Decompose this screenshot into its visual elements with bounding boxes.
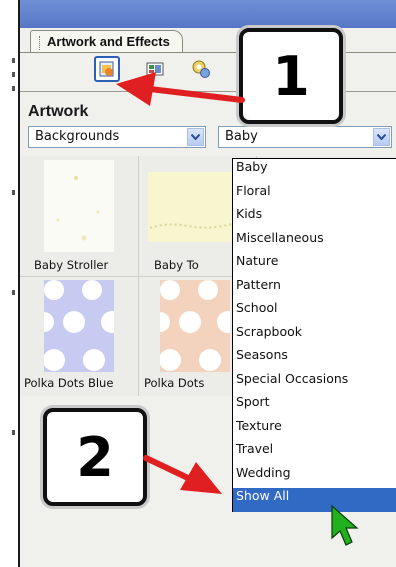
panel-title-bar [20, 0, 396, 28]
tab-label: Artwork and Effects [47, 34, 170, 49]
subcategory-select-value: Baby [225, 129, 258, 144]
dropdown-option[interactable]: Floral [233, 183, 396, 207]
dropdown-option[interactable]: Baby [233, 159, 396, 183]
thumbnail-polka-dots-orange[interactable] [160, 280, 230, 372]
dropdown-option[interactable]: Seasons [233, 347, 396, 371]
artwork-icon [99, 61, 114, 77]
subcategory-dropdown-list: Baby Floral Kids Miscellaneous Nature Pa… [232, 158, 396, 512]
effects-icon [192, 60, 210, 78]
section-title: Artwork [28, 103, 89, 120]
backgrounds-button[interactable] [142, 56, 168, 82]
dropdown-option[interactable]: School [233, 300, 396, 324]
artwork-button[interactable] [94, 56, 120, 82]
dropdown-option[interactable]: Miscellaneous [233, 230, 396, 254]
subcategory-select[interactable]: Baby [218, 126, 392, 148]
callout-step-1: 1 [239, 28, 343, 124]
dropdown-option[interactable]: Wedding [233, 465, 396, 489]
dropdown-option[interactable]: Sport [233, 394, 396, 418]
thumbnail-label: Baby To [154, 258, 199, 272]
dropdown-option[interactable]: Nature [233, 253, 396, 277]
dropdown-option[interactable]: Kids [233, 206, 396, 230]
chevron-down-icon[interactable] [373, 128, 390, 146]
thumbnail-baby-stroller[interactable] [44, 160, 114, 252]
thumbnail-label: Polka Dots Blue [24, 376, 114, 390]
dropdown-option[interactable]: Pattern [233, 277, 396, 301]
thumbnail-baby-toys[interactable] [148, 172, 232, 242]
thumbnail-label: Polka Dots [144, 376, 205, 390]
effects-button[interactable] [188, 56, 214, 82]
thumbnail-label: Baby Stroller [34, 258, 109, 272]
chevron-down-icon[interactable] [187, 128, 204, 146]
category-select[interactable]: Backgrounds [28, 126, 206, 148]
category-select-value: Backgrounds [35, 129, 120, 144]
dropdown-option[interactable]: Scrapbook [233, 324, 396, 348]
dropdown-option-show-all[interactable]: Show All [233, 488, 396, 512]
dropdown-option[interactable]: Special Occasions [233, 371, 396, 395]
page-edge [0, 0, 18, 567]
dropdown-option[interactable]: Texture [233, 418, 396, 442]
callout-step-2: 2 [43, 408, 147, 506]
grip-icon [39, 35, 43, 50]
tab-artwork-and-effects[interactable]: Artwork and Effects [30, 30, 183, 53]
backgrounds-icon [146, 62, 164, 76]
thumbnail-polka-dots-blue[interactable] [44, 280, 114, 372]
dropdown-option[interactable]: Travel [233, 441, 396, 465]
